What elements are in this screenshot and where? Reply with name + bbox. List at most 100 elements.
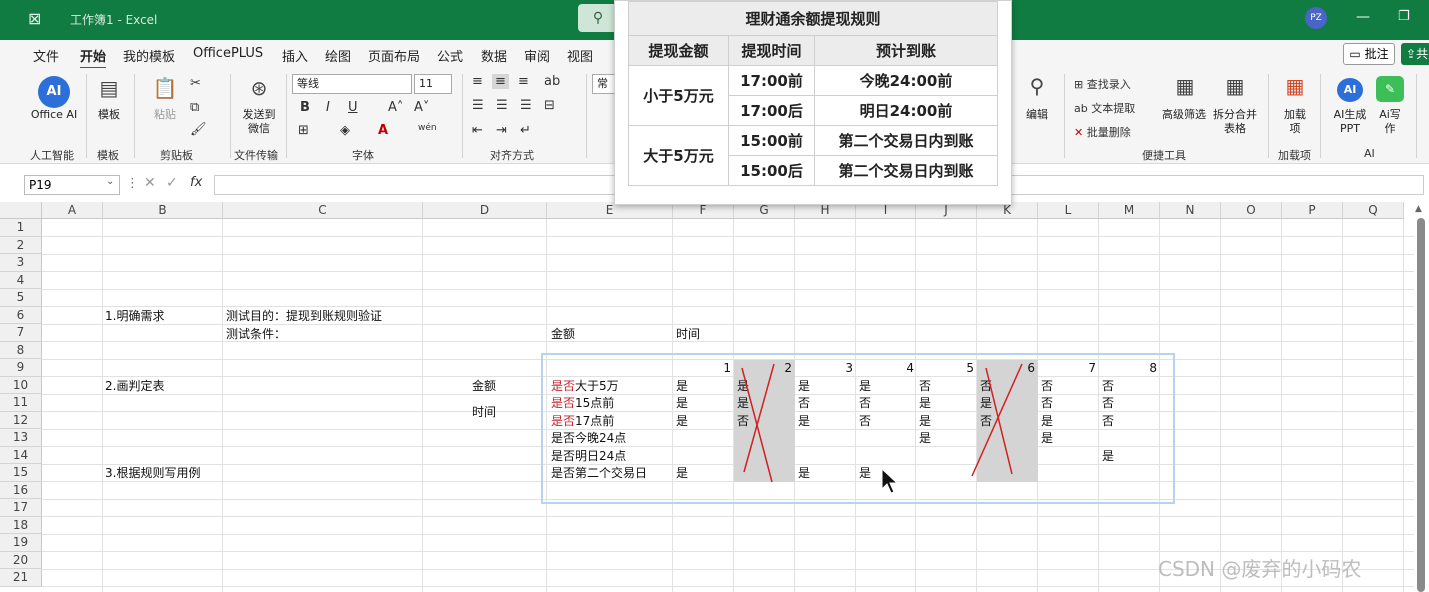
ai-write-icon[interactable]: ✎ [1376,76,1404,102]
menu-data[interactable]: 数据 [481,46,507,65]
rule-cell[interactable]: 是 [919,430,931,447]
ai-write-button[interactable]: Ai写作 [1374,108,1406,136]
split-merge-button[interactable]: 拆分合并表格 [1210,108,1260,136]
rule-number[interactable]: 5 [916,360,974,377]
cell-b15[interactable]: 3.根据规则写用例 [105,465,200,482]
wechat-icon[interactable]: ⊛ [246,76,272,100]
menu-insert[interactable]: 插入 [282,46,308,65]
underline-button[interactable]: U [348,100,358,115]
template-button[interactable]: 模板 [96,108,122,122]
row-header[interactable]: 9 [0,359,42,377]
rule-cell[interactable]: 否 [798,395,810,412]
cancel-icon[interactable]: ✕ [144,175,156,191]
edit-button[interactable]: 编辑 [1022,108,1052,122]
column-header[interactable]: D [423,202,547,219]
ai-ppt-button[interactable]: AI生成PPT [1330,108,1370,136]
column-header[interactable]: P [1282,202,1343,219]
rule-cell[interactable]: 否 [859,413,871,430]
comment-button[interactable]: ▭ 批注 [1343,43,1395,65]
row-header[interactable]: 7 [0,324,42,342]
addin-icon[interactable]: ▦ [1282,74,1308,98]
font-color-icon[interactable]: A [378,123,388,138]
grow-font-button[interactable]: A˄ [388,100,403,115]
align-top-icon[interactable]: ≡ [472,74,483,89]
align-left-icon[interactable]: ☰ [472,98,484,113]
column-header[interactable]: A [42,202,103,219]
phonetic-icon[interactable]: wén [418,123,437,133]
menu-home[interactable]: 开始 [80,46,107,69]
menu-review[interactable]: 审阅 [524,46,550,65]
rule-cell[interactable]: 否 [1041,378,1053,395]
minimize-icon[interactable]: — [1356,9,1370,25]
enter-icon[interactable]: ✓ [166,175,178,191]
increase-indent-icon[interactable]: ⇥ [496,123,507,138]
cell-b10[interactable]: 2.画判定表 [105,378,164,395]
addin-button[interactable]: 加载项 [1282,108,1308,136]
rule-number[interactable]: 3 [795,360,853,377]
rule-cell[interactable]: 是 [1102,448,1114,465]
search-button[interactable]: ⚲ [578,4,618,32]
cell-e7[interactable]: 金额 [551,326,575,343]
template-icon[interactable]: ▤ [96,76,122,100]
restore-icon[interactable]: ❐ [1398,9,1410,24]
action-row[interactable]: 是否今晚24点 [551,430,626,447]
select-all-corner[interactable] [0,202,42,219]
column-header[interactable]: L [1038,202,1099,219]
split-merge-icon[interactable]: ▦ [1222,74,1248,98]
rule-cell[interactable]: 是 [676,413,688,430]
row-header[interactable]: 16 [0,481,42,499]
row-header[interactable]: 4 [0,271,42,289]
rule-cell[interactable]: 是 [798,413,810,430]
menu-formulas[interactable]: 公式 [437,46,463,65]
row-header[interactable]: 18 [0,516,42,534]
row-header[interactable]: 6 [0,306,42,324]
column-header[interactable]: C [223,202,423,219]
edit-search-icon[interactable]: ⚲ [1024,74,1050,98]
find-input-button[interactable]: ⊞ 查找录入 [1074,76,1131,92]
rule-cell[interactable]: 是 [919,395,931,412]
insert-function-icon[interactable]: fx [190,175,202,190]
cell-c7[interactable]: 测试条件： [226,326,286,343]
row-header[interactable]: 19 [0,534,42,552]
menu-view[interactable]: 视图 [567,46,593,65]
rule-cell[interactable]: 否 [1041,395,1053,412]
menu-my-templates[interactable]: 我的模板 [123,46,175,65]
rule-cell[interactable]: 否 [859,395,871,412]
action-row[interactable]: 是否明日24点 [551,448,626,465]
action-row[interactable]: 是否第二个交易日 [551,465,647,482]
rule-cell[interactable]: 否 [1102,413,1114,430]
share-button[interactable]: ⇪共 [1401,43,1429,65]
rule-cell[interactable]: 是 [1041,430,1053,447]
advanced-filter-icon[interactable]: ▦ [1172,74,1198,98]
align-bottom-icon[interactable]: ≡ [518,74,529,89]
rule-cell[interactable]: 否 [1102,378,1114,395]
vertical-scrollbar[interactable] [1417,218,1425,592]
text-extract-button[interactable]: ab 文本提取 [1074,100,1135,116]
cell-d11[interactable]: 时间 [472,404,496,421]
menu-file[interactable]: 文件 [33,46,59,65]
rule-number[interactable]: 4 [856,360,914,377]
menu-draw[interactable]: 绘图 [325,46,351,65]
font-size-select[interactable]: 11 [414,74,452,94]
rule-cell[interactable]: 是 [676,395,688,412]
row-header[interactable]: 10 [0,376,42,394]
rule-cell[interactable]: 否 [1102,395,1114,412]
align-right-icon[interactable]: ☰ [520,98,532,113]
column-header[interactable]: B [103,202,223,219]
rule-cell[interactable]: 是 [1041,413,1053,430]
row-header[interactable]: 1 [0,219,42,237]
rule-cell[interactable]: 是 [919,413,931,430]
menu-page-layout[interactable]: 页面布局 [368,46,420,65]
send-wechat-button[interactable]: 发送到微信 [238,108,280,136]
column-header[interactable]: N [1160,202,1221,219]
fill-color-icon[interactable]: ◈ [340,123,350,138]
advanced-filter-button[interactable]: 高级筛选 [1158,108,1210,122]
border-icon[interactable]: ⊞ [298,123,309,138]
rule-cell[interactable]: 是 [798,465,810,482]
shrink-font-button[interactable]: A˅ [414,100,429,115]
rule-number[interactable]: 8 [1099,360,1157,377]
align-middle-icon[interactable]: ≡ [492,74,509,89]
column-header[interactable]: M [1099,202,1160,219]
condition-row[interactable]: 是否大于5万 [551,378,619,395]
row-header[interactable]: 15 [0,464,42,482]
